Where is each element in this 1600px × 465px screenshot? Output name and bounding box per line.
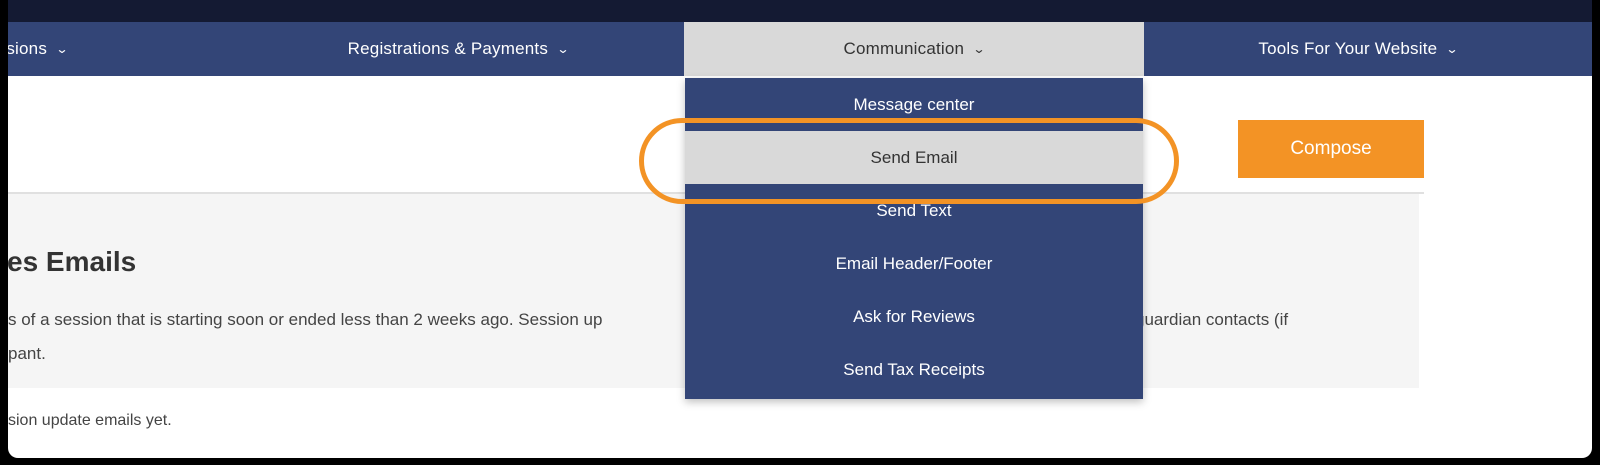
nav-item-label: Communication xyxy=(843,39,965,58)
nav-item-registrations-payments[interactable]: Registrations & Payments ⌄ xyxy=(308,22,608,76)
nav-item-sessions[interactable]: essions ⌄ xyxy=(8,22,128,76)
nav-item-communication[interactable]: Communication ⌄ xyxy=(684,22,1144,76)
nav-item-label: Tools For Your Website xyxy=(1258,39,1438,58)
main-navbar: essions ⌄ Registrations & Payments ⌄ Com… xyxy=(8,22,1592,76)
communication-dropdown-menu: Message center Send Email Send Text Emai… xyxy=(685,78,1143,399)
chevron-down-icon: ⌄ xyxy=(1445,42,1460,56)
nav-item-tools-for-your-website[interactable]: Tools For Your Website ⌄ xyxy=(1208,22,1508,76)
nav-item-label: Registrations & Payments xyxy=(347,39,549,58)
compose-button[interactable]: Compose xyxy=(1238,120,1424,178)
panel-description-line1: s of a session that is starting soon or … xyxy=(8,310,603,329)
chevron-down-icon: ⌄ xyxy=(55,42,69,56)
menu-item-send-email[interactable]: Send Email xyxy=(685,131,1143,184)
panel-description-line1-right: guardian contacts (if xyxy=(1135,310,1289,329)
chevron-down-icon: ⌄ xyxy=(972,42,987,56)
menu-item-send-text[interactable]: Send Text xyxy=(685,184,1143,237)
screenshot-frame: essions ⌄ Registrations & Payments ⌄ Com… xyxy=(0,0,1600,465)
menu-item-email-header-footer[interactable]: Email Header/Footer xyxy=(685,237,1143,290)
top-strip xyxy=(8,0,1592,22)
browser-viewport: essions ⌄ Registrations & Payments ⌄ Com… xyxy=(8,0,1592,458)
chevron-down-icon: ⌄ xyxy=(556,42,570,56)
menu-item-send-tax-receipts[interactable]: Send Tax Receipts xyxy=(685,343,1143,396)
menu-item-ask-for-reviews[interactable]: Ask for Reviews xyxy=(685,290,1143,343)
panel-description-line2: pant. xyxy=(8,344,46,363)
page-title: es Emails xyxy=(8,246,137,277)
menu-item-message-center[interactable]: Message center xyxy=(685,78,1143,131)
nav-item-label: essions xyxy=(8,39,48,58)
empty-state-message: sion update emails yet. xyxy=(8,412,172,429)
